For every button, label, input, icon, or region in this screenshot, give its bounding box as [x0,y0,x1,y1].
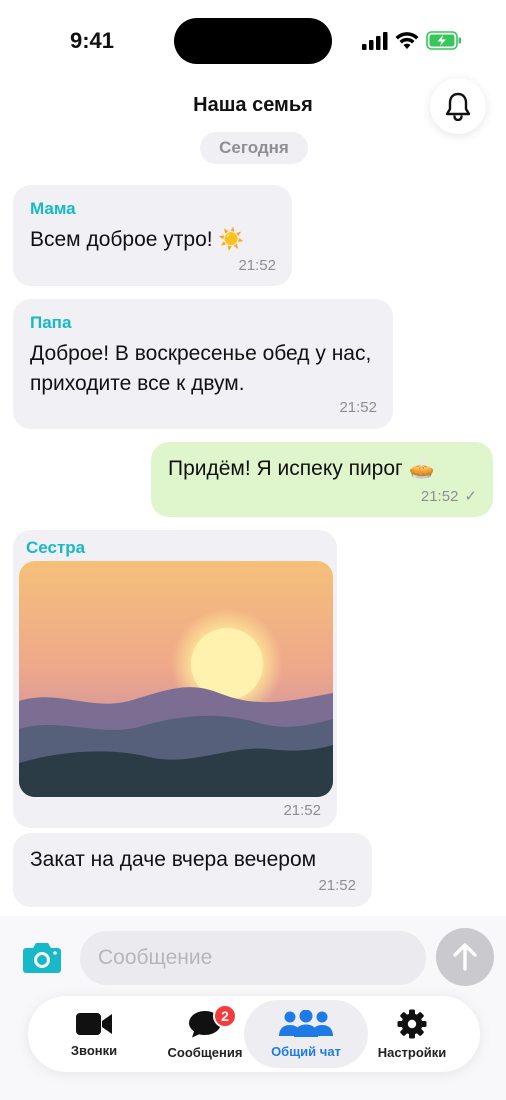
message-bubble[interactable]: Мама Всем доброе утро! ☀️ 21:52 [13,185,292,286]
message-time: 21:52 [339,399,377,416]
checkmark-icon: ✓ [464,488,477,505]
tab-bar: Звонки 2 Сообщения Общий чат Настройки [28,996,480,1072]
message-text: Закат на даче вчера вечером [30,848,317,871]
tab-settings[interactable]: Настройки [358,996,466,1072]
cellular-signal-icon [362,32,388,50]
status-bar: 9:41 [0,0,506,80]
message-text: Всем доброе утро! ☀️ [30,228,245,251]
tab-calls[interactable]: Звонки [38,996,150,1072]
message-text: Придём! Я испеку пирог 🥧 [168,457,435,480]
message-bubble[interactable]: Папа Доброе! В воскресенье обед у нас, п… [13,299,393,429]
tab-label: Настройки [377,1044,447,1060]
camera-icon[interactable] [22,940,62,974]
tab-label: Сообщения [167,1044,243,1060]
dynamic-island [174,18,332,64]
message-time-status: 21:52 ✓ [421,487,477,505]
tab-label: Общий чат [271,1043,341,1059]
message-input[interactable] [80,931,426,985]
message-bubble[interactable]: Закат на даче вчера вечером 21:52 [13,833,372,907]
sunset-image [19,561,333,797]
status-time: 9:41 [70,28,115,53]
send-button[interactable] [436,928,494,986]
message-time: 21:52 [420,488,459,505]
notifications-button[interactable] [430,78,486,134]
tab-group-chat[interactable]: Общий чат [244,1000,368,1068]
bell-icon [445,92,471,121]
message-time: 21:52 [283,802,321,819]
wifi-icon [395,32,419,49]
message-bubble-outgoing[interactable]: Придём! Я испеку пирог 🥧 21:52 ✓ [151,442,493,517]
arrow-up-icon [453,943,477,971]
message-text: Доброе! В воскресенье обед у нас, приход… [30,342,372,395]
battery-charging-icon [426,31,461,50]
message-sender: Мама [30,199,76,218]
message-sender: Папа [30,313,72,332]
date-separator: Сегодня [200,132,308,164]
gear-icon [397,1009,427,1038]
message-bubble-photo[interactable]: Сестра 21:52 [13,530,337,828]
tab-messages[interactable]: 2 Сообщения [152,996,258,1072]
message-time: 21:52 [238,257,276,274]
message-time: 21:52 [318,877,356,894]
message-sender: Сестра [26,538,86,557]
sunset-photo[interactable] [19,561,333,797]
unread-badge: 2 [213,1004,237,1028]
tab-label: Звонки [70,1042,118,1058]
group-icon [279,1009,333,1037]
video-camera-icon [76,1012,112,1035]
